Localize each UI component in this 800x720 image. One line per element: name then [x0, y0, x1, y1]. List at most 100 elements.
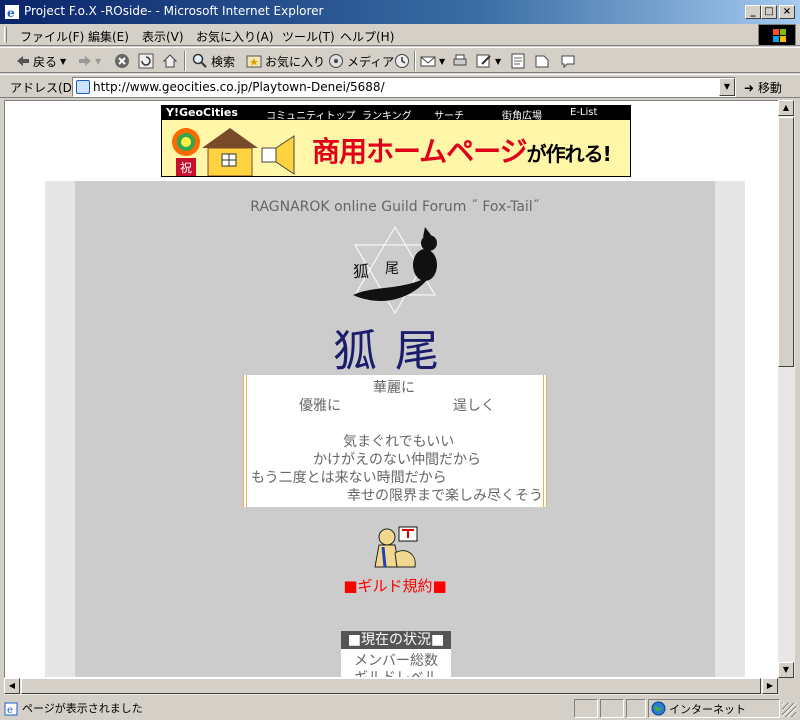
forward-arrow-icon — [79, 56, 91, 66]
banner-nav-ranking[interactable]: ランキング — [362, 107, 412, 122]
favorites-icon — [246, 55, 262, 68]
status-panel-2 — [600, 699, 624, 718]
page-done-icon: e — [4, 702, 18, 716]
horizontal-scroll-thumb[interactable] — [21, 678, 761, 694]
guild-name-heading: 狐尾 — [333, 326, 457, 377]
status-panel-3 — [626, 699, 646, 718]
mail-dropdown-icon: ▼ — [439, 56, 446, 66]
status-row: ギルドレベル — [354, 670, 438, 678]
logo-text-tail: 尾 — [385, 261, 399, 277]
banner-nav-plaza[interactable]: 街角広場 — [502, 107, 542, 122]
edit-dropdown-icon: ▼ — [495, 56, 502, 66]
title-bar: e Project F.o.X -ROside- - Microsoft Int… — [0, 0, 800, 24]
address-dropdown-icon[interactable]: ▼ — [719, 78, 735, 96]
media-label: メディア — [347, 54, 395, 69]
edit-button[interactable]: ▼ — [476, 52, 501, 70]
menubar-grip — [4, 27, 7, 43]
home-button[interactable] — [162, 52, 178, 70]
favorites-button[interactable]: お気に入り — [246, 52, 325, 70]
history-button[interactable] — [394, 52, 410, 70]
menu-edit[interactable]: 編集(E) — [88, 28, 129, 45]
banner-headline-main: 商用ホームページ — [312, 135, 528, 168]
search-label: 検索 — [211, 54, 236, 69]
vertical-scrollbar[interactable]: ▲ ▼ — [778, 100, 795, 678]
banner-nav-search[interactable]: サーチ — [434, 107, 464, 122]
menu-file[interactable]: ファイル(F) — [20, 28, 84, 45]
research-button[interactable] — [534, 52, 550, 70]
print-button[interactable] — [452, 52, 468, 70]
zone-text: インターネット — [669, 703, 746, 716]
mail-icon — [420, 56, 436, 67]
motto-line: 華麗に — [373, 380, 415, 396]
guild-rules-link[interactable]: ■ギルド規約■ — [75, 575, 715, 596]
page-icon — [76, 80, 90, 94]
go-arrow-icon: ➜ — [744, 81, 755, 95]
toolbar-separator — [184, 51, 186, 71]
geocities-banner[interactable]: Y!GeoCities コミュニティトップ ランキング サーチ 街角広場 E-L… — [161, 105, 631, 177]
guild-motto-box: 華麗に 優雅に 逞しく 気まぐれでもいい かけがえのない仲間だから もう二度とは… — [243, 375, 547, 507]
banner-nav-elist[interactable]: E-List — [570, 107, 597, 118]
horizontal-scrollbar[interactable]: ◀ ▶ — [4, 678, 778, 695]
toolbar-separator — [414, 51, 416, 71]
motto-line: かけがえのない仲間だから — [313, 452, 481, 468]
status-bar: e ページが表示されました インターネット — [0, 697, 800, 720]
page-content: RAGNAROK online Guild Forum ˝ Fox-Tail˝ … — [75, 181, 715, 678]
status-text: ページが表示されました — [22, 702, 143, 715]
edit-icon — [476, 54, 491, 68]
banner-headline-suffix: が作れる! — [526, 142, 612, 166]
back-button[interactable]: 戻る ▼ — [16, 52, 66, 70]
address-bar: アドレス(D) http://www.geocities.co.jp/Playt… — [0, 74, 800, 98]
page-frame: RAGNAROK online Guild Forum ˝ Fox-Tail˝ … — [45, 181, 745, 678]
fox-tail-logo-icon: 狐 尾 — [353, 226, 437, 314]
search-button[interactable]: 検索 — [192, 52, 235, 70]
banner-badge-text: 祝 — [180, 161, 192, 175]
toolbar: 戻る ▼ ▼ 検索 お気に入り メディア ▼ ▼ — [0, 47, 800, 73]
back-arrow-icon — [17, 56, 29, 66]
motto-line: 逞しく — [453, 398, 495, 414]
page-viewport: Y!GeoCities コミュニティトップ ランキング サーチ 街角広場 E-L… — [4, 100, 780, 678]
favorites-label: お気に入り — [265, 54, 326, 69]
close-button[interactable]: × — [779, 5, 795, 19]
refresh-button[interactable] — [138, 52, 154, 70]
banner-header: Y!GeoCities コミュニティトップ ランキング サーチ 街角広場 E-L… — [162, 106, 630, 122]
go-label: 移動 — [757, 81, 782, 95]
menu-view[interactable]: 表示(V) — [142, 28, 184, 45]
go-button[interactable]: ➜ 移動 — [744, 79, 782, 96]
mail-button[interactable]: ▼ — [420, 52, 445, 70]
window-title: Project F.o.X -ROside- - Microsoft Inter… — [24, 4, 324, 18]
scroll-left-icon[interactable]: ◀ — [4, 678, 20, 694]
banner-nav-community[interactable]: コミュニティトップ — [266, 107, 355, 122]
stop-button[interactable] — [114, 52, 130, 70]
menu-bar: ファイル(F) 編集(E) 表示(V) お気に入り(A) ツール(T) ヘルプ(… — [0, 24, 800, 46]
minimize-button[interactable]: _ — [745, 5, 761, 19]
vertical-scroll-thumb[interactable] — [778, 117, 794, 367]
research-icon — [535, 55, 549, 68]
home-icon — [162, 54, 178, 68]
media-button[interactable]: メディア — [328, 52, 394, 70]
refresh-icon — [138, 53, 154, 69]
maximize-button[interactable]: □ — [761, 5, 777, 19]
messenger-icon — [561, 55, 575, 69]
forward-dropdown-icon: ▼ — [95, 56, 102, 66]
motto-line: 幸せの限界まで楽しみ尽くそう — [347, 488, 543, 504]
geocities-logo: Y!GeoCities — [166, 106, 238, 119]
scroll-right-icon[interactable]: ▶ — [762, 678, 778, 694]
scroll-down-icon[interactable]: ▼ — [778, 662, 794, 678]
search-icon — [192, 53, 207, 68]
address-input[interactable]: http://www.geocities.co.jp/Playtown-Dene… — [72, 77, 736, 97]
forward-button[interactable]: ▼ — [78, 52, 101, 70]
menu-help[interactable]: ヘルプ(H) — [340, 28, 394, 45]
character-sprite-icon — [374, 526, 418, 568]
motto-line: 優雅に — [299, 398, 341, 414]
menu-favorites[interactable]: お気に入り(A) — [196, 28, 274, 45]
menu-tools[interactable]: ツール(T) — [282, 28, 335, 45]
svg-text:e: e — [7, 6, 15, 20]
scroll-up-icon[interactable]: ▲ — [778, 100, 794, 116]
resize-grip-icon[interactable] — [782, 703, 796, 717]
messenger-button[interactable] — [560, 52, 576, 70]
banner-headline: 商用ホームページが作れる! — [312, 130, 612, 170]
discuss-button[interactable] — [510, 52, 526, 70]
back-label: 戻る — [33, 54, 58, 69]
security-zone-panel: インターネット — [648, 699, 780, 718]
windows-logo-icon — [758, 24, 796, 46]
